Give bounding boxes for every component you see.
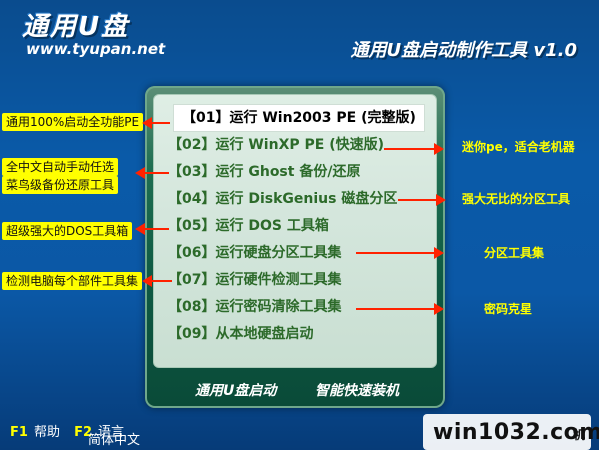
- menu-item-05[interactable]: 【05】运行 DOS 工具箱: [168, 213, 329, 239]
- panel-footer-right: 智能快速装机: [315, 383, 399, 399]
- f1-key[interactable]: F1: [10, 425, 28, 440]
- menu-item-label: 【04】运行 DiskGenius 磁盘分区: [168, 191, 398, 207]
- arrow-annotation-4: [142, 275, 172, 287]
- menu-item-08[interactable]: 【08】运行密码清除工具集: [168, 294, 341, 320]
- watermark-suffix: 机: [572, 428, 585, 442]
- menu-item-label: 【03】运行 Ghost 备份/还原: [168, 164, 361, 180]
- arrow-annotation-6: [398, 194, 446, 206]
- menu-item-label: 【07】运行硬件检测工具集: [168, 272, 342, 288]
- menu-item-label: 【02】运行 WinXP PE (快速版): [168, 137, 384, 153]
- annotation-partition-tools: 分区工具集: [484, 246, 545, 260]
- annotation-mini-pe: 迷你pe，适合老机器: [462, 140, 575, 154]
- boot-menu: 【01】运行 Win2003 PE (完整版) 【02】运行 WinXP PE …: [153, 94, 437, 368]
- menu-item-07[interactable]: 【07】运行硬件检测工具集: [168, 267, 341, 293]
- arrow-annotation-1: [142, 117, 170, 129]
- boot-menu-panel: 【01】运行 Win2003 PE (完整版) 【02】运行 WinXP PE …: [145, 86, 445, 408]
- arrow-annotation-7: [356, 247, 444, 259]
- menu-item-01[interactable]: 【01】运行 Win2003 PE (完整版): [174, 105, 424, 131]
- annotation-dos: 超级强大的DOS工具箱: [2, 222, 133, 240]
- menu-item-label: 【06】运行硬盘分区工具集: [168, 245, 342, 261]
- annotation-ghost-line1: 全中文自动手动任选: [2, 158, 119, 176]
- f1-label: 帮助: [33, 425, 60, 440]
- menu-item-label: 【09】从本地硬盘启动: [168, 326, 314, 342]
- menu-item-09[interactable]: 【09】从本地硬盘启动: [168, 321, 313, 347]
- annotation-pe-full: 通用100%启动全功能PE: [2, 113, 144, 131]
- menu-item-04[interactable]: 【04】运行 DiskGenius 磁盘分区: [168, 186, 397, 212]
- annotation-ghost-line2: 菜鸟级备份还原工具: [2, 176, 119, 194]
- menu-item-03[interactable]: 【03】运行 Ghost 备份/还原: [168, 159, 360, 185]
- menu-item-06[interactable]: 【06】运行硬盘分区工具集: [168, 240, 341, 266]
- logo-title: 通用U盘: [22, 12, 130, 42]
- arrow-annotation-5: [384, 143, 444, 155]
- menu-item-label: 【05】运行 DOS 工具箱: [168, 218, 329, 234]
- menu-item-02[interactable]: 【02】运行 WinXP PE (快速版): [168, 132, 384, 158]
- watermark: win1032.com 机: [423, 414, 599, 450]
- arrow-annotation-2: [135, 167, 169, 179]
- annotation-partition-strong: 强大无比的分区工具: [462, 192, 571, 206]
- panel-footer-left: 通用U盘启动: [195, 383, 277, 399]
- app-title: 通用U盘启动制作工具 v1.0: [350, 40, 577, 61]
- annotation-password: 密码克星: [484, 302, 533, 316]
- current-language: 简体中文: [88, 433, 141, 448]
- arrow-annotation-8: [356, 303, 444, 315]
- menu-item-label: 【08】运行密码清除工具集: [168, 299, 342, 315]
- menu-item-label: 【01】运行 Win2003 PE (完整版): [182, 110, 416, 126]
- annotation-hardware: 检测电脑每个部件工具集: [2, 272, 143, 290]
- logo-url: www.tyupan.net: [26, 40, 166, 58]
- arrow-annotation-3: [135, 223, 169, 235]
